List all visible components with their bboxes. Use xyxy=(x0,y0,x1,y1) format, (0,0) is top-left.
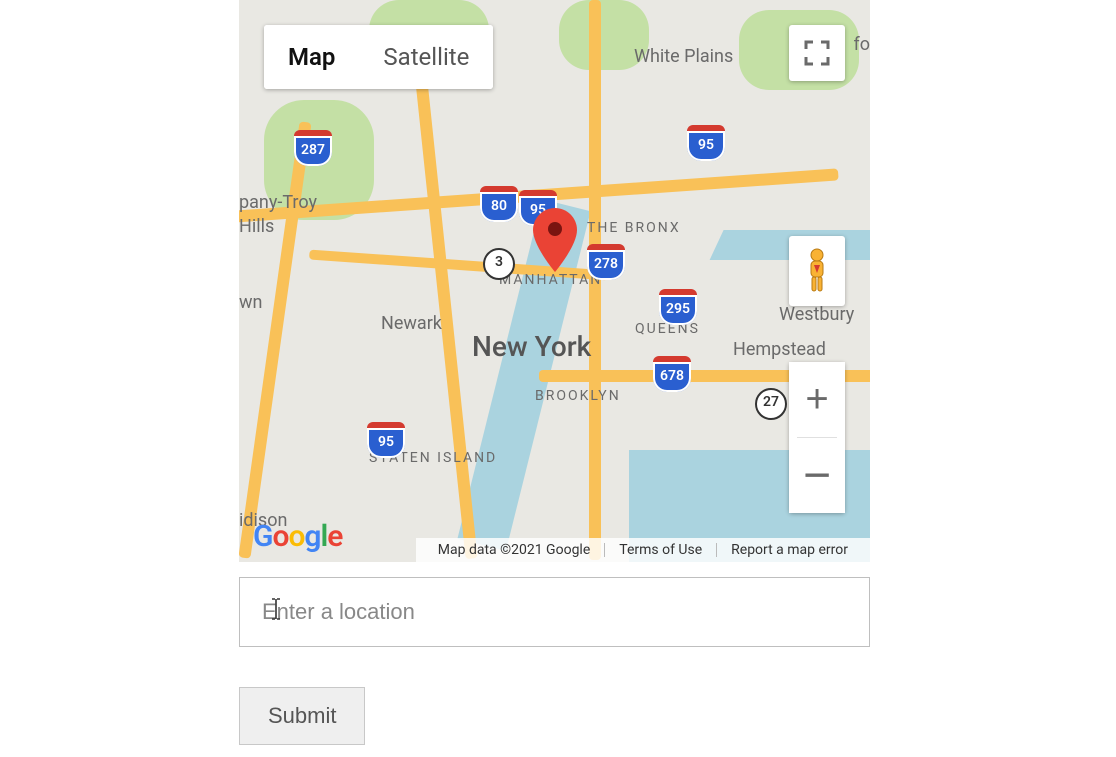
shield-i95c: 95 xyxy=(367,422,405,458)
map-canvas[interactable]: White Plains fo pany-Troy Hills wn THE B… xyxy=(239,0,870,562)
shield-i295: 295 xyxy=(659,289,697,325)
zoom-control: + − xyxy=(789,362,845,513)
shield-i95b: 95 xyxy=(687,125,725,161)
label-white-plains: White Plains xyxy=(634,46,733,67)
pegman-icon xyxy=(803,247,831,295)
map-type-map-button[interactable]: Map xyxy=(264,25,359,89)
label-brooklyn: BROOKLYN xyxy=(535,388,621,404)
shield-state27: 27 xyxy=(755,388,787,420)
zoom-out-button[interactable]: − xyxy=(789,438,845,513)
attribution-report-link[interactable]: Report a map error xyxy=(717,542,862,558)
shield-i278: 278 xyxy=(587,244,625,280)
location-input[interactable] xyxy=(239,577,870,647)
shield-i678: 678 xyxy=(653,356,691,392)
pegman-control[interactable] xyxy=(789,236,845,306)
label-pany-troy: pany-Troy xyxy=(239,192,317,213)
shield-i95a: 95 xyxy=(519,190,557,226)
fullscreen-button[interactable] xyxy=(789,25,845,81)
widget-container: White Plains fo pany-Troy Hills wn THE B… xyxy=(239,0,870,745)
shield-state3: 3 xyxy=(483,248,515,280)
map-type-control: Map Satellite xyxy=(264,25,493,89)
label-westbury: Westbury xyxy=(779,304,854,325)
attribution-strip: Map data ©2021 Google Terms of Use Repor… xyxy=(416,538,870,562)
label-newark: Newark xyxy=(381,313,442,334)
attribution-terms-link[interactable]: Terms of Use xyxy=(605,542,716,558)
attribution-mapdata: Map data ©2021 Google xyxy=(424,542,605,558)
label-new-york: New York xyxy=(472,330,591,363)
map-type-satellite-button[interactable]: Satellite xyxy=(359,25,493,89)
google-logo: Google xyxy=(253,519,342,554)
label-hills: Hills xyxy=(239,216,274,237)
submit-button[interactable]: Submit xyxy=(239,687,365,745)
label-manhattan: MANHATTAN xyxy=(499,272,602,288)
label-bronx: THE BRONX xyxy=(587,220,681,236)
zoom-in-button[interactable]: + xyxy=(789,362,845,437)
fullscreen-icon xyxy=(804,40,830,66)
label-hempstead: Hempstead xyxy=(733,339,826,360)
label-fo: fo xyxy=(853,34,870,55)
label-wn: wn xyxy=(239,292,262,313)
shield-i287: 287 xyxy=(294,130,332,166)
shield-i80: 80 xyxy=(480,186,518,222)
